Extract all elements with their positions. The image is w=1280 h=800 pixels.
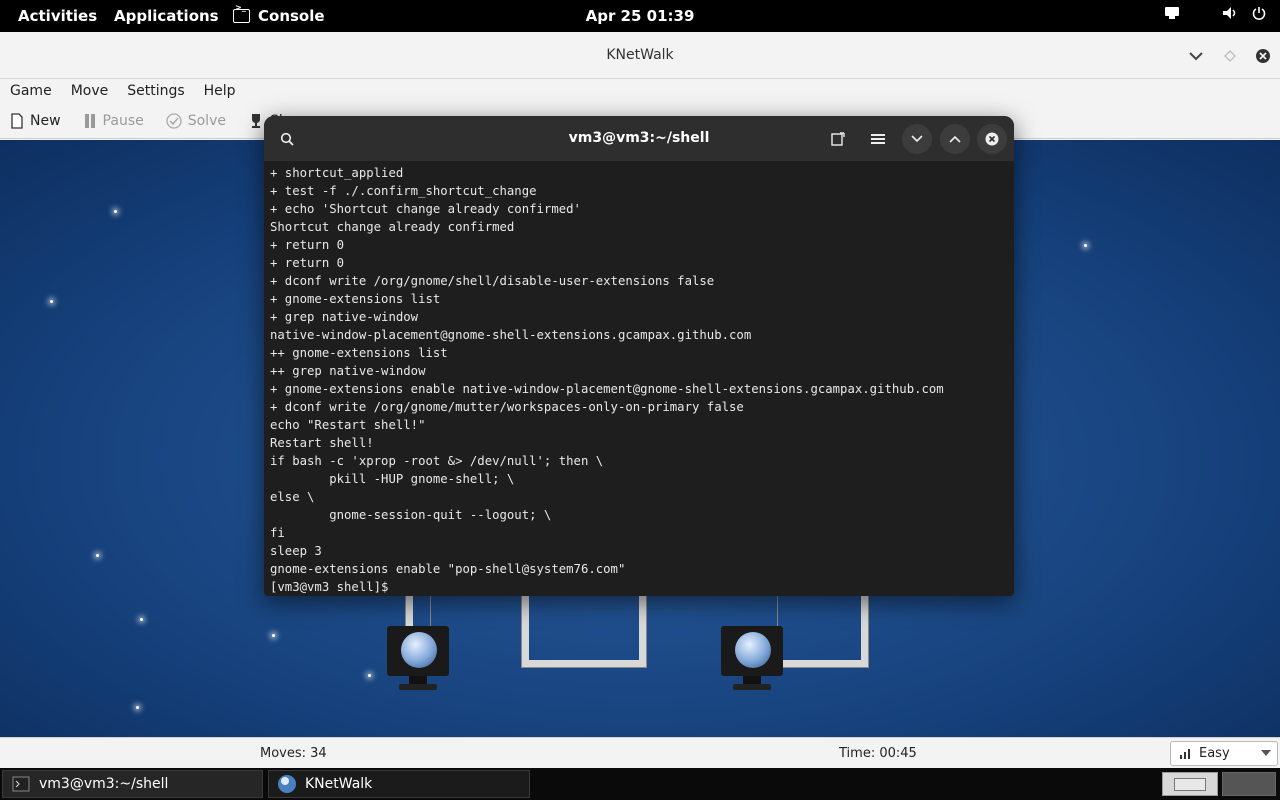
terminal-line: + gnome-extensions list (270, 292, 441, 306)
star (114, 210, 117, 213)
pipe-tile[interactable] (778, 595, 868, 667)
trophy-icon (251, 113, 260, 128)
terminal-window[interactable]: vm3@vm3:~/shell + shortcut_applied + test… (264, 116, 1014, 596)
terminal-line: else \ (270, 490, 315, 504)
menu-help[interactable]: Help (204, 83, 236, 99)
star (272, 634, 275, 637)
clock[interactable]: Apr 25 01:39 (586, 7, 695, 25)
taskbar-item-knetwalk[interactable]: KNetWalk (268, 770, 530, 798)
star (368, 674, 371, 677)
terminal-line: + return 0 (270, 238, 345, 252)
keep-above-icon[interactable] (1224, 32, 1236, 79)
new-button[interactable]: New (10, 113, 61, 129)
star (96, 554, 99, 557)
terminal-headerbar[interactable]: vm3@vm3:~/shell (264, 116, 1014, 161)
console-app-menu[interactable]: Console (233, 0, 325, 32)
check-icon (166, 112, 182, 129)
menu-bar: Game Move Settings Help (0, 79, 1280, 103)
minimize-button[interactable] (902, 124, 932, 154)
hamburger-menu-icon[interactable] (863, 124, 893, 154)
difficulty-value: Easy (1199, 746, 1230, 761)
new-tab-icon[interactable] (823, 124, 853, 154)
terminal-line: + echo 'Shortcut change already confirme… (270, 202, 581, 216)
terminal-line: + grep native-window (270, 310, 419, 324)
pipe-tile[interactable] (522, 595, 646, 667)
maximize-button[interactable] (940, 124, 970, 154)
terminal-line: + return 0 (270, 256, 345, 270)
close-icon[interactable] (1255, 32, 1271, 79)
console-label: Console (258, 7, 325, 25)
menu-move[interactable]: Move (71, 83, 109, 99)
star (140, 618, 143, 621)
chevron-down-icon (911, 135, 923, 143)
difficulty-select[interactable]: Easy (1170, 741, 1278, 766)
computer-node[interactable] (721, 626, 783, 690)
solve-button[interactable]: Solve (166, 113, 226, 129)
terminal-line: ++ gnome-extensions list (270, 346, 448, 360)
terminal-line: pkill -HUP gnome-shell; \ (270, 472, 515, 486)
terminal-icon (233, 1, 250, 23)
terminal-line: + dconf write /org/gnome/shell/disable-u… (270, 274, 715, 288)
terminal-title: vm3@vm3:~/shell (568, 130, 710, 146)
terminal-line: echo "Restart shell!" (270, 418, 426, 432)
terminal-line: + gnome-extensions enable native-window-… (270, 382, 944, 396)
globe-icon (735, 632, 771, 668)
terminal-line: + shortcut_applied (270, 166, 404, 180)
pause-icon (84, 113, 95, 128)
terminal-line: Shortcut change already confirmed (270, 220, 515, 234)
dropdown-arrow-icon (1261, 750, 1271, 756)
terminal-line: native-window-placement@gnome-shell-exte… (270, 328, 752, 342)
applications-menu[interactable]: Applications (114, 0, 219, 32)
menu-game[interactable]: Game (10, 83, 52, 99)
terminal-prompt-line: [vm3@vm3 shell]$ (270, 580, 396, 594)
terminal-line: gnome-extensions enable "pop-shell@syste… (270, 562, 626, 576)
terminal-line: + test -f ./.confirm_shortcut_change (270, 184, 537, 198)
computer-node[interactable] (387, 626, 449, 690)
close-icon (985, 132, 999, 146)
star (136, 706, 139, 709)
volume-icon[interactable] (1222, 0, 1238, 32)
workspace-1[interactable] (1162, 772, 1218, 796)
system-tray[interactable] (1164, 0, 1266, 32)
taskbar: vm3@vm3:~/shell KNetWalk (0, 768, 1280, 800)
terminal-line: sleep 3 (270, 544, 322, 558)
workspace-2[interactable] (1222, 772, 1276, 796)
window-title: KNetWalk (606, 47, 674, 63)
status-bar: Moves: 34 Time: 00:45 Easy (0, 737, 1280, 768)
terminal-line: ++ grep native-window (270, 364, 426, 378)
taskbar-item-label: vm3@vm3:~/shell (39, 776, 169, 792)
close-button[interactable] (977, 124, 1007, 154)
power-icon[interactable] (1252, 0, 1266, 32)
terminal-line: fi (270, 526, 285, 540)
pause-button[interactable]: Pause (83, 113, 144, 129)
network-icon[interactable] (1164, 0, 1180, 32)
star (50, 300, 53, 303)
terminal-icon (11, 774, 31, 794)
menu-settings[interactable]: Settings (127, 83, 184, 99)
moves-counter: Moves: 34 (260, 746, 327, 761)
chevron-down-icon[interactable] (1188, 32, 1204, 79)
terminal-line: + dconf write /org/gnome/mutter/workspac… (270, 400, 744, 414)
top-bar: Activities Applications Console Apr 25 0… (0, 0, 1280, 32)
time-counter: Time: 00:45 (839, 746, 917, 761)
terminal-line: if bash -c 'xprop -root &> /dev/null'; t… (270, 454, 604, 468)
star (1084, 244, 1087, 247)
knetwalk-icon (277, 774, 297, 794)
taskbar-item-label: KNetWalk (305, 776, 373, 792)
signal-bars-icon (1180, 748, 1190, 759)
new-icon (11, 112, 23, 129)
knetwalk-titlebar[interactable]: KNetWalk (0, 32, 1280, 79)
terminal-output[interactable]: + shortcut_applied + test -f ./.confirm_s… (270, 164, 1010, 596)
activities-button[interactable]: Activities (18, 0, 97, 32)
taskbar-item-terminal[interactable]: vm3@vm3:~/shell (2, 770, 263, 798)
chevron-up-icon (949, 135, 961, 143)
terminal-line: gnome-session-quit --logout; \ (270, 508, 552, 522)
globe-icon (401, 632, 437, 668)
terminal-line: Restart shell! (270, 436, 374, 450)
